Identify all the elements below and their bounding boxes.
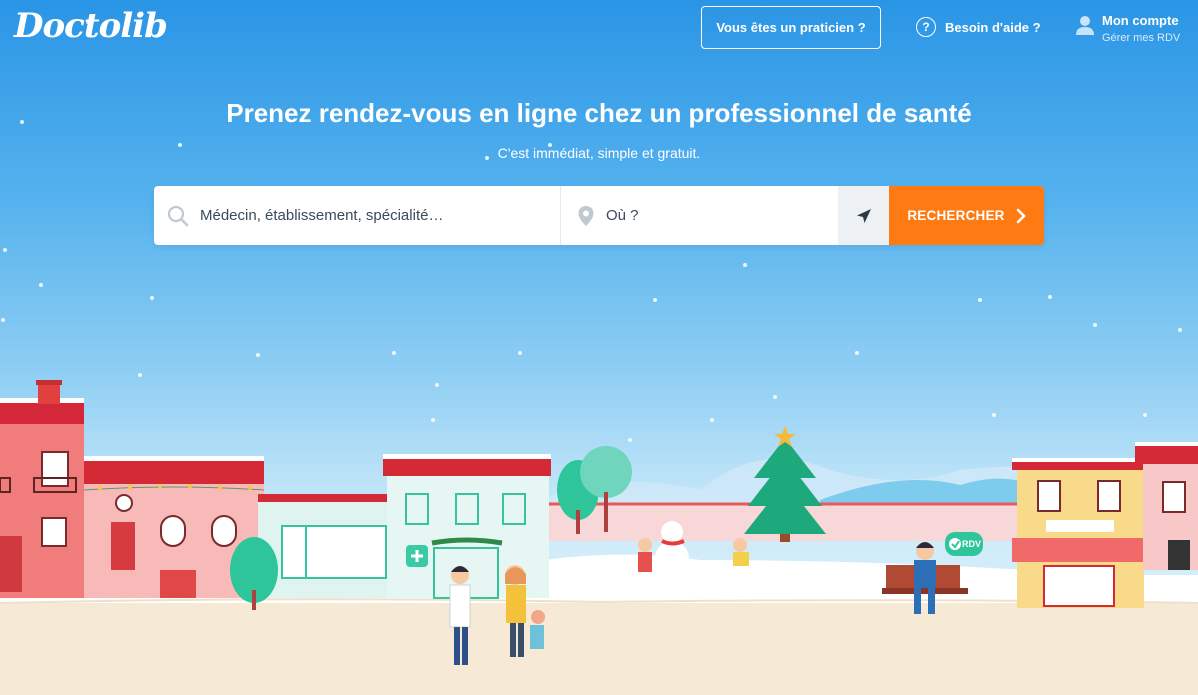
hero-subtitle: C'est immédiat, simple et gratuit. bbox=[497, 145, 701, 161]
account-menu[interactable]: Mon compte Gérer mes RDV bbox=[1074, 13, 1180, 44]
rdv-badge: RDV bbox=[962, 539, 982, 549]
top-navigation: Doctolib Vous êtes un praticien ? ? Beso… bbox=[0, 0, 1198, 58]
user-icon bbox=[1076, 16, 1094, 35]
hero-title: Prenez rendez-vous en ligne chez un prof… bbox=[226, 98, 972, 128]
geolocate-button[interactable] bbox=[838, 186, 889, 245]
question-circle-icon: ? bbox=[916, 17, 936, 37]
location-pin-icon bbox=[578, 205, 594, 226]
doctolib-logo[interactable]: Doctolib bbox=[14, 6, 168, 46]
navigation-arrow-icon bbox=[856, 208, 871, 223]
account-subtitle: Gérer mes RDV bbox=[1102, 32, 1181, 44]
search-query-input[interactable] bbox=[200, 207, 530, 224]
search-submit-button[interactable]: RECHERCHER bbox=[889, 186, 1044, 245]
practitioner-button[interactable]: Vous êtes un praticien ? bbox=[701, 6, 881, 49]
search-submit-label: RECHERCHER bbox=[907, 208, 1005, 223]
location-field-wrapper bbox=[561, 186, 838, 245]
search-bar: RECHERCHER bbox=[154, 186, 1044, 245]
location-input[interactable] bbox=[606, 207, 826, 224]
help-link[interactable]: ? Besoin d'aide ? bbox=[916, 17, 1041, 37]
query-field-wrapper bbox=[154, 186, 561, 245]
search-icon bbox=[167, 205, 189, 226]
chevron-right-icon bbox=[1016, 208, 1026, 223]
account-title: Mon compte bbox=[1102, 13, 1179, 28]
help-label: Besoin d'aide ? bbox=[945, 19, 1041, 35]
